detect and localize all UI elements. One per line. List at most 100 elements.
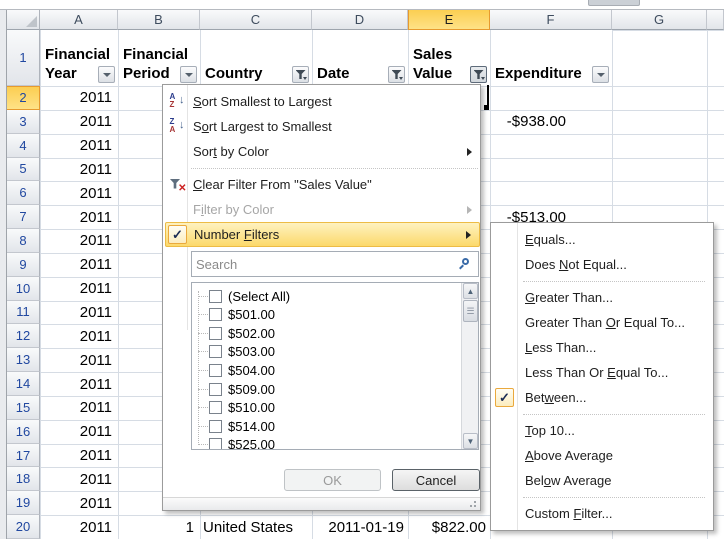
search-input[interactable]: [196, 254, 451, 274]
cell-F3[interactable]: -$938.00: [490, 110, 566, 134]
list-scrollbar[interactable]: ▲ ☰ ▼: [461, 283, 478, 449]
cell-A9[interactable]: 2011: [40, 253, 112, 277]
column-header-G[interactable]: G: [612, 10, 707, 30]
row-header-19[interactable]: 19: [7, 491, 40, 515]
cell-A13[interactable]: 2011: [40, 348, 112, 372]
submenu-item-greater-than[interactable]: Greater Than...: [493, 285, 712, 310]
list-item-51400[interactable]: $514.00: [192, 417, 447, 435]
row-header-5[interactable]: 5: [7, 158, 40, 182]
header-filter-button-C[interactable]: [292, 66, 309, 83]
header-filter-button-D[interactable]: [388, 66, 405, 83]
row-header-16[interactable]: 16: [7, 420, 40, 444]
scrollbar-thumb[interactable]: ☰: [463, 300, 478, 322]
cell-A5[interactable]: 2011: [40, 158, 112, 182]
cell-A20[interactable]: 2011: [40, 515, 112, 539]
submenu-item-less-than-or-equal-to[interactable]: Less Than Or Equal To...: [493, 360, 712, 385]
menu-item-sort-smallest-to-largest[interactable]: AZ↓Sort Smallest to Largest: [165, 89, 480, 114]
row-header-11[interactable]: 11: [7, 301, 40, 325]
cell-D20[interactable]: 2011-01-19: [312, 515, 404, 539]
menu-resize-strip[interactable]: [163, 497, 480, 510]
list-item-select-all[interactable]: (Select All): [192, 287, 447, 305]
row-header-18[interactable]: 18: [7, 467, 40, 491]
row-header-1[interactable]: 1: [7, 30, 40, 86]
cell-A19[interactable]: 2011: [40, 491, 112, 515]
menu-item-label: Clear Filter From "Sales Value": [193, 177, 372, 192]
row-header-3[interactable]: 3: [7, 110, 40, 134]
cell-A16[interactable]: 2011: [40, 420, 112, 444]
row-header-14[interactable]: 14: [7, 372, 40, 396]
cell-B20[interactable]: 1: [118, 515, 194, 539]
select-all-corner[interactable]: [7, 10, 40, 30]
row-header-6[interactable]: 6: [7, 181, 40, 205]
cell-A14[interactable]: 2011: [40, 372, 112, 396]
list-item-52500[interactable]: $525.00: [192, 436, 447, 450]
row-header-9[interactable]: 9: [7, 253, 40, 277]
header-dropdown-button-A[interactable]: [98, 66, 115, 83]
ok-button[interactable]: OK: [284, 469, 381, 491]
menu-item-label: Less Than Or Equal To...: [525, 365, 668, 380]
column-header-A[interactable]: A: [40, 10, 118, 30]
cell-A6[interactable]: 2011: [40, 181, 112, 205]
column-header-B[interactable]: B: [118, 10, 200, 30]
column-header-C[interactable]: C: [200, 10, 312, 30]
menu-item-sort-by-color[interactable]: Sort by Color: [165, 139, 480, 164]
list-item-50300[interactable]: $503.00: [192, 343, 447, 361]
submenu-item-does-not-equal[interactable]: Does Not Equal...: [493, 252, 712, 277]
checkbox-icon: [209, 383, 222, 396]
list-item-50400[interactable]: $504.00: [192, 361, 447, 379]
fill-handle[interactable]: [484, 105, 489, 110]
menu-item-number-filters[interactable]: ✓Number Filters: [165, 222, 480, 247]
cell-A2[interactable]: 2011: [40, 86, 112, 110]
list-item-51000[interactable]: $510.00: [192, 399, 447, 417]
excel-window: ABCDEFG 1234567891011121314151617181920 …: [0, 0, 724, 539]
menu-item-filter-by-color[interactable]: Filter by Color: [165, 197, 480, 222]
row-header-13[interactable]: 13: [7, 348, 40, 372]
column-header-E[interactable]: E: [408, 10, 490, 30]
submenu-arrow-icon: [467, 206, 472, 214]
submenu-item-greater-than-or-equal-to[interactable]: Greater Than Or Equal To...: [493, 310, 712, 335]
row-header-20[interactable]: 20: [7, 515, 40, 539]
scroll-down-icon[interactable]: ▼: [463, 433, 478, 449]
row-header-8[interactable]: 8: [7, 229, 40, 253]
row-header-17[interactable]: 17: [7, 444, 40, 468]
cell-A3[interactable]: 2011: [40, 110, 112, 134]
row-header-7[interactable]: 7: [7, 205, 40, 229]
cell-A15[interactable]: 2011: [40, 396, 112, 420]
cell-E20[interactable]: $822.00: [408, 515, 486, 539]
cell-A17[interactable]: 2011: [40, 444, 112, 468]
list-item-50900[interactable]: $509.00: [192, 380, 447, 398]
menu-item-sort-largest-to-smallest[interactable]: ZA↓Sort Largest to Smallest: [165, 114, 480, 139]
column-header-partial[interactable]: [707, 10, 724, 30]
cell-A12[interactable]: 2011: [40, 324, 112, 348]
column-header-F[interactable]: F: [490, 10, 612, 30]
submenu-item-less-than[interactable]: Less Than...: [493, 335, 712, 360]
submenu-item-between[interactable]: ✓Between...: [493, 385, 712, 410]
row-header-4[interactable]: 4: [7, 134, 40, 158]
cancel-button[interactable]: Cancel: [392, 469, 480, 491]
scroll-up-icon[interactable]: ▲: [463, 283, 478, 299]
menu-item-clear-filter[interactable]: ✕Clear Filter From "Sales Value": [165, 172, 480, 197]
row-header-12[interactable]: 12: [7, 324, 40, 348]
search-icon[interactable]: [458, 258, 471, 271]
cell-A10[interactable]: 2011: [40, 277, 112, 301]
cell-A18[interactable]: 2011: [40, 467, 112, 491]
submenu-item-custom-filter[interactable]: Custom Filter...: [493, 501, 712, 526]
header-dropdown-button-B[interactable]: [180, 66, 197, 83]
submenu-item-above-average[interactable]: Above Average: [493, 443, 712, 468]
cell-A4[interactable]: 2011: [40, 134, 112, 158]
row-header-15[interactable]: 15: [7, 396, 40, 420]
row-header-2[interactable]: 2: [7, 86, 40, 110]
list-item-50100[interactable]: $501.00: [192, 306, 447, 324]
cell-C20[interactable]: United States: [203, 515, 309, 539]
submenu-item-below-average[interactable]: Below Average: [493, 468, 712, 493]
header-filter-button-E[interactable]: [470, 66, 487, 83]
cell-A11[interactable]: 2011: [40, 301, 112, 325]
cell-A8[interactable]: 2011: [40, 229, 112, 253]
submenu-item-top-10[interactable]: Top 10...: [493, 418, 712, 443]
column-header-D[interactable]: D: [312, 10, 408, 30]
header-dropdown-button-F[interactable]: [592, 66, 609, 83]
submenu-item-equals[interactable]: Equals...: [493, 227, 712, 252]
cell-A7[interactable]: 2011: [40, 205, 112, 229]
list-item-50200[interactable]: $502.00: [192, 324, 447, 342]
row-header-10[interactable]: 10: [7, 277, 40, 301]
